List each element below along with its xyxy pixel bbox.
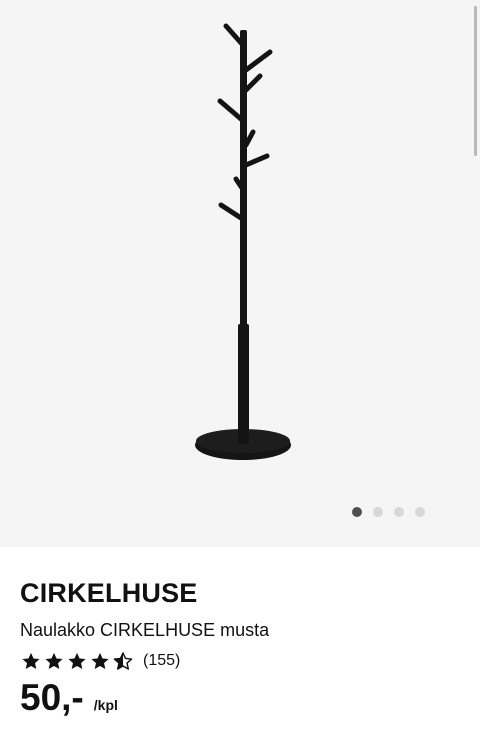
product-price: 50,- /kpl: [20, 676, 460, 720]
star-full-icon: [43, 651, 65, 672]
product-name: CIRKELHUSE: [20, 578, 198, 608]
review-count[interactable]: (155): [143, 652, 180, 670]
star-full-icon: [20, 651, 42, 672]
carousel-indicators[interactable]: [352, 507, 425, 517]
product-page: CIRKELHUSE Naulakko CIRKELHUSE musta (15…: [0, 0, 480, 749]
carousel-dot-2[interactable]: [373, 507, 383, 517]
product-rating[interactable]: (155): [20, 650, 460, 672]
rating-stars: [20, 651, 134, 672]
coat-stand-image: [195, 23, 291, 460]
carousel-dot-4[interactable]: [415, 507, 425, 517]
product-image-gallery[interactable]: [0, 0, 480, 547]
star-half-icon: [112, 651, 134, 672]
carousel-dot-1[interactable]: [352, 507, 362, 517]
scrollbar[interactable]: [474, 6, 477, 156]
star-full-icon: [66, 651, 88, 672]
carousel-dot-3[interactable]: [394, 507, 404, 517]
price-amount: 50,-: [20, 677, 84, 718]
product-info: CIRKELHUSE Naulakko CIRKELHUSE musta (15…: [20, 573, 460, 720]
price-unit: /kpl: [93, 697, 118, 713]
product-description: Naulakko CIRKELHUSE musta: [20, 620, 270, 640]
star-full-icon: [89, 651, 111, 672]
